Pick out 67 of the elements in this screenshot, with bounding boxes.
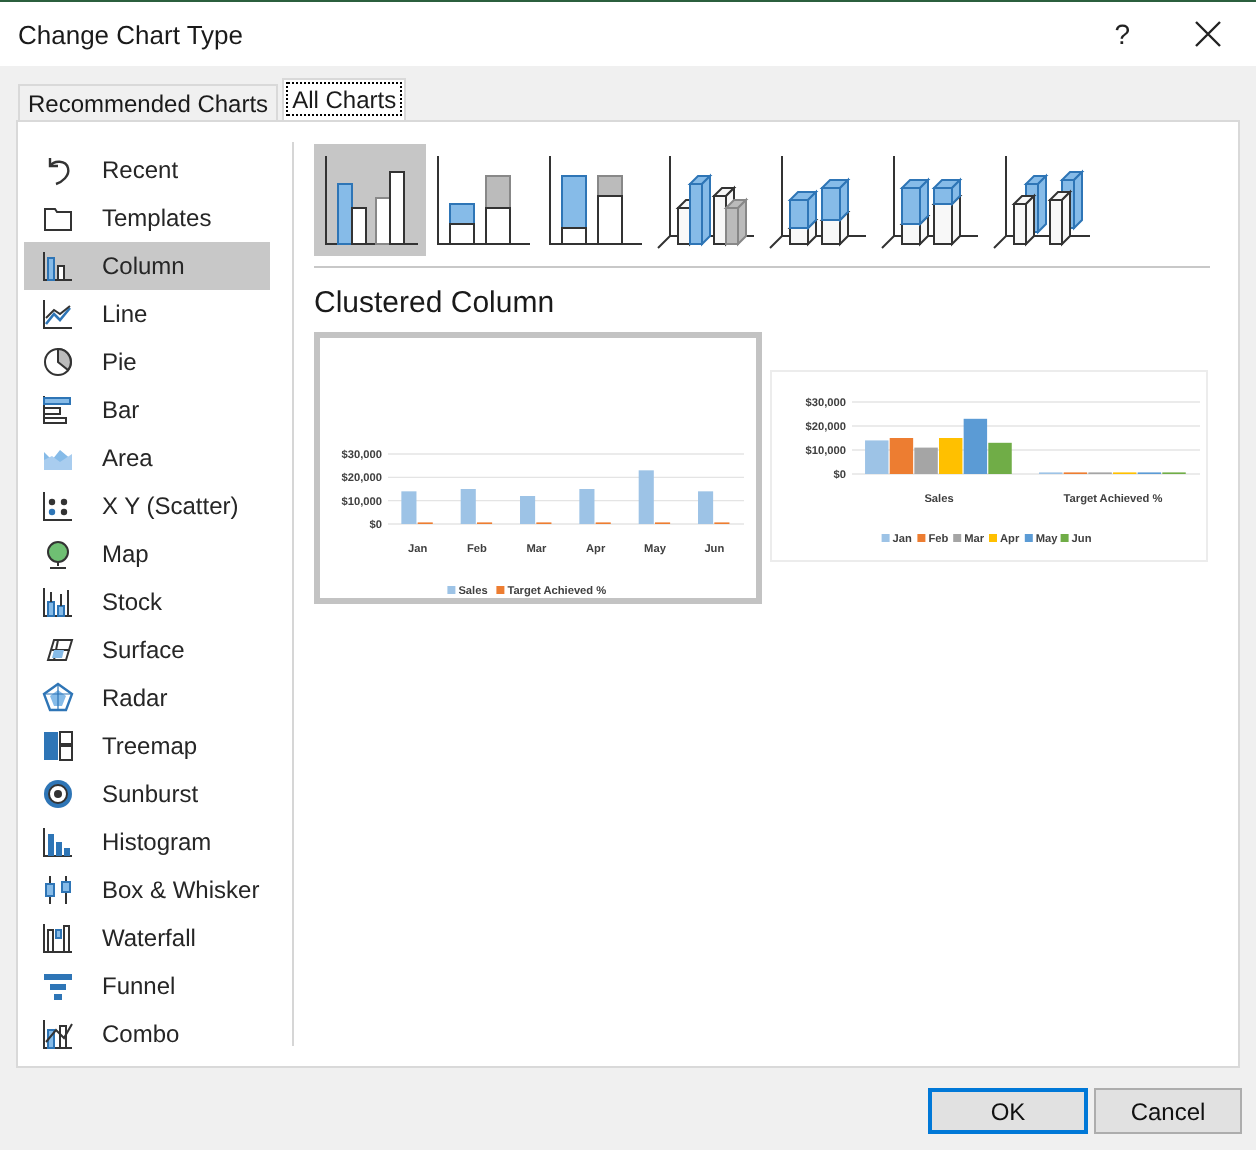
chart-bar [914,447,938,474]
chart-type-item[interactable]: Combo [24,1010,270,1058]
chart-subtype-option[interactable] [314,144,426,256]
chart-type-item[interactable]: Bar [24,386,270,434]
chart-type-label: Treemap [102,732,198,760]
chart-bar [865,440,889,474]
chart-type-item[interactable]: Templates [24,194,270,242]
chart-type-label: Line [102,300,148,328]
chart-type-label: Combo [102,1020,180,1048]
chart-type-item[interactable]: Histogram [24,818,270,866]
chart-type-label: Sunburst [102,780,199,808]
chart-type-label: Radar [102,684,168,712]
chart-type-item[interactable]: Treemap [24,722,270,770]
help-button[interactable]: ? [1106,18,1138,50]
chart-type-label: Box & Whisker [102,876,260,904]
column-chart-icon [42,250,74,282]
combo-chart-icon [42,1018,74,1050]
chart-type-label: Bar [102,396,140,424]
radar-chart-icon [42,682,74,714]
dialog-button[interactable]: Cancel [1094,1088,1242,1134]
stock-chart-icon [42,586,74,618]
close-icon[interactable] [1194,20,1222,48]
surface-chart-icon [42,634,74,666]
window-title: Change Chart Type [18,19,245,49]
chart-type-item[interactable]: Column [24,242,270,290]
funnel-icon [42,970,74,1002]
chart-type-item[interactable]: Funnel [24,962,270,1010]
chart-type-item[interactable]: Map [24,530,270,578]
chart-type-item[interactable]: Line [24,290,270,338]
chart-type-label: Recent [102,156,179,184]
histogram-icon [42,826,74,858]
pie-chart-icon [42,346,74,378]
chart-type-item[interactable]: Sunburst [24,770,270,818]
chart-bar [889,438,914,474]
chart-type-item[interactable]: Radar [24,674,270,722]
treemap-icon [42,730,74,762]
chart-type-item[interactable]: X Y (Scatter) [24,482,270,530]
tab[interactable]: All Charts [282,78,407,120]
chart-type-item[interactable]: Surface [24,626,270,674]
box-whisker-icon [42,874,74,906]
chart-type-label: Area [102,444,153,472]
chart-type-label: Pie [102,348,137,376]
chart-type-label: X Y (Scatter) [102,492,239,520]
chart-type-item[interactable]: Area [24,434,270,482]
bar-chart-icon [42,394,74,426]
line-chart-icon [42,298,74,330]
chart-type-label: Templates [102,204,212,232]
subtype-title: Clustered Column [314,286,557,320]
scatter-chart-icon [42,490,74,522]
chart-type-item[interactable]: Stock [24,578,270,626]
chart-type-label: Map [102,540,149,568]
folder-icon [42,202,74,234]
chart-type-label: Column [102,252,185,280]
chart-type-label: Stock [102,588,163,616]
chart-type-label: Waterfall [102,924,196,952]
globe-icon [42,538,74,570]
waterfall-chart-icon [42,922,74,954]
chart-type-item[interactable]: Recent [24,146,270,194]
dialog-button[interactable]: OK [928,1088,1088,1134]
chart-type-item[interactable]: Waterfall [24,914,270,962]
chart-type-item[interactable]: Pie [24,338,270,386]
tab[interactable]: Recommended Charts [18,84,279,120]
chart-type-label: Histogram [102,828,212,856]
chart-type-label: Surface [102,636,185,664]
chart-type-item[interactable]: Box & Whisker [24,866,270,914]
chart-type-label: Funnel [102,972,176,1000]
sunburst-icon [42,778,74,810]
